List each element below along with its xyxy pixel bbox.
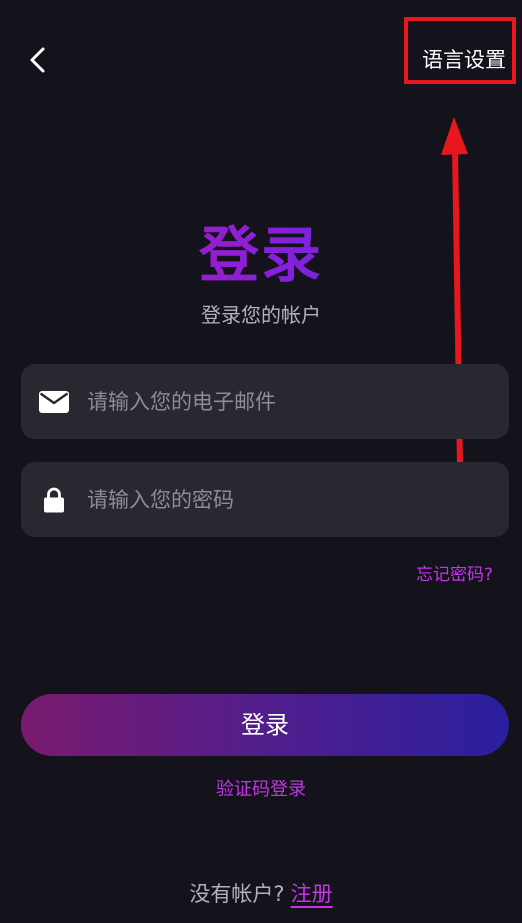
forgot-password-link[interactable]: 忘记密码? — [416, 561, 493, 589]
email-field-container — [21, 364, 509, 439]
signup-link[interactable]: 注册 — [291, 882, 333, 906]
password-field-container — [21, 462, 509, 537]
email-input[interactable] — [87, 381, 509, 422]
lock-icon — [21, 487, 87, 513]
code-login-link[interactable]: 验证码登录 — [216, 779, 306, 800]
back-button[interactable] — [20, 40, 54, 80]
envelope-icon — [21, 390, 87, 413]
login-button[interactable]: 登录 — [21, 694, 509, 756]
no-account-text: 没有帐户? — [189, 882, 285, 906]
page-subtitle: 登录您的帐户 — [201, 303, 321, 327]
page-title: 登录 — [0, 216, 522, 296]
login-screen: 语言设置 登录 登录您的帐户 忘记密码? 登录 验证码登录 没有帐户?注册 — [0, 0, 522, 923]
password-input[interactable] — [87, 479, 509, 520]
code-login-row: 验证码登录 — [0, 776, 522, 804]
signup-row: 没有帐户? 注册 — [0, 878, 522, 910]
chevron-left-icon — [30, 47, 45, 73]
language-settings-button[interactable]: 语言设置 — [422, 44, 506, 76]
